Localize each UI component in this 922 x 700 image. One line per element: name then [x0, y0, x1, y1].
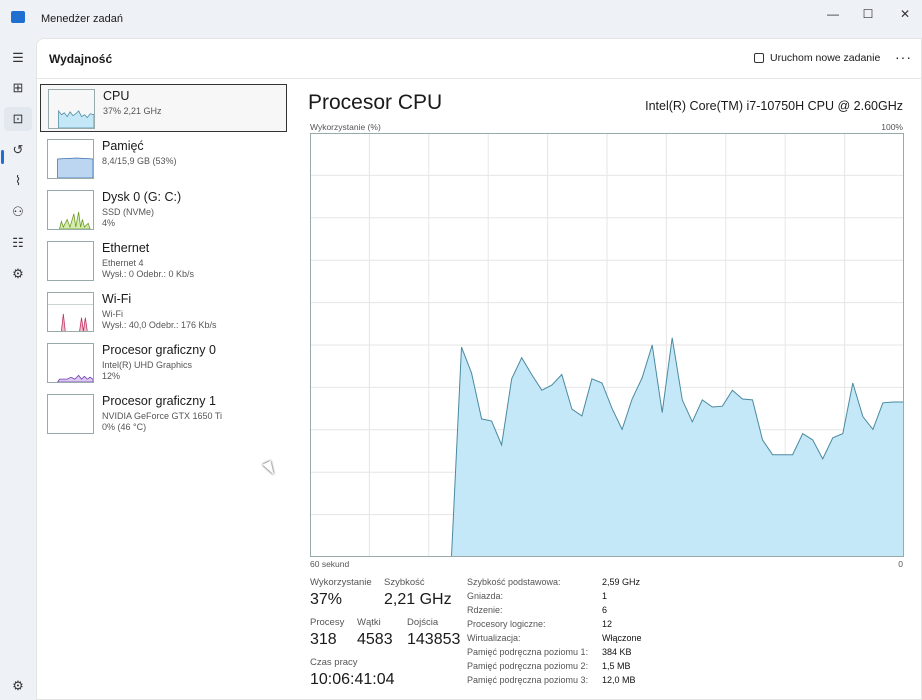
close-button[interactable]: ✕ [890, 4, 920, 24]
item-detail: 37% 2,21 GHz [103, 106, 162, 116]
spec-label: Rdzenie: [467, 605, 503, 615]
run-new-task-label: Uruchom nowe zadanie [770, 52, 881, 64]
spec-label: Pamięć podręczna poziomu 3: [467, 675, 589, 685]
y-axis-label: Wykorzystanie (%) [310, 122, 381, 132]
threads-label: Wątki [357, 617, 381, 628]
page-title: Wydajność [49, 52, 113, 66]
speed-label: Szybkość [384, 577, 425, 588]
performance-icon[interactable]: ⊡ [4, 107, 32, 131]
spec-value: 12 [602, 619, 613, 629]
list-item-cpu[interactable]: CPU 37% 2,21 GHz [40, 84, 287, 132]
item-detail: NVIDIA GeForce GTX 1650 Ti [102, 411, 223, 421]
item-detail: SSD (NVMe) [102, 207, 155, 217]
cpu-usage-chart [310, 133, 904, 557]
app-history-icon[interactable]: ↺ [4, 138, 32, 162]
utilization-value: 37% [310, 591, 343, 608]
new-task-icon [754, 53, 764, 63]
services-icon[interactable]: ⚙ [4, 262, 32, 286]
item-name: Pamięć [102, 139, 144, 153]
spec-value: 2,59 GHz [602, 577, 641, 587]
gpu1-thumbnail [47, 394, 94, 434]
threads-value: 4583 [357, 631, 393, 648]
processes-icon[interactable]: ⊞ [4, 76, 32, 100]
cpu-thumbnail [48, 89, 95, 129]
item-detail: 0% (46 °C) [102, 422, 147, 432]
page-header: Wydajność Uruchom nowe zadanie ··· [37, 39, 921, 79]
item-name: Wi-Fi [102, 292, 132, 306]
ethernet-thumbnail [47, 241, 94, 281]
item-detail: Wi-Fi [102, 309, 123, 319]
item-name: Procesor graficzny 1 [102, 394, 216, 408]
spec-label: Gniazda: [467, 591, 504, 601]
run-new-task-button[interactable]: Uruchom nowe zadanie [754, 52, 880, 64]
spec-value: 12,0 MB [602, 675, 636, 685]
speed-value: 2,21 GHz [384, 591, 452, 608]
handles-value: 143853 [407, 631, 461, 648]
window-title: Menedżer zadań [41, 13, 123, 25]
list-item-memory[interactable]: Pamięć 8,4/15,9 GB (53%) [40, 135, 287, 183]
handles-label: Dojścia [407, 617, 439, 628]
list-item-disk[interactable]: Dysk 0 (G: C:) SSD (NVMe) 4% [40, 186, 287, 234]
more-options-button[interactable]: ··· [895, 49, 912, 65]
nav-rail: ☰ ⊞ ⊡ ↺ ⌇ ⚇ ☷ ⚙ ⚙ [0, 38, 36, 700]
list-item-gpu1[interactable]: Procesor graficzny 1 NVIDIA GeForce GTX … [40, 390, 287, 438]
item-detail: Ethernet 4 [102, 258, 144, 268]
processes-label: Procesy [310, 617, 345, 628]
item-name: Procesor graficzny 0 [102, 343, 216, 357]
spec-label: Szybkość podstawowa: [467, 577, 561, 587]
y-max-label: 100% [881, 122, 903, 132]
settings-icon[interactable]: ⚙ [4, 674, 32, 698]
utilization-label: Wykorzystanie [310, 577, 372, 588]
item-name: CPU [103, 89, 130, 103]
spec-label: Pamięć podręczna poziomu 2: [467, 661, 589, 671]
item-detail: Intel(R) UHD Graphics [102, 360, 193, 370]
item-detail: 12% [102, 371, 121, 381]
wifi-thumbnail [47, 292, 94, 332]
spec-value: 384 KB [602, 647, 632, 657]
processes-value: 318 [310, 631, 337, 648]
item-detail: 4% [102, 218, 116, 228]
users-icon[interactable]: ⚇ [4, 200, 32, 224]
details-icon[interactable]: ☷ [4, 231, 32, 255]
detail-title: Procesor CPU [308, 91, 443, 114]
list-item-wifi[interactable]: Wi-Fi Wi-Fi Wysł.: 40,0 Odebr.: 176 Kb/s [40, 288, 287, 336]
startup-apps-icon[interactable]: ⌇ [4, 169, 32, 193]
spec-label: Procesory logiczne: [467, 619, 546, 629]
spec-value: 6 [602, 605, 608, 615]
x-axis-left-label: 60 sekund [310, 559, 350, 569]
title-bar: Menedżer zadań — ☐ ✕ [0, 0, 922, 38]
task-manager-icon [11, 11, 25, 23]
spec-value: 1 [602, 591, 608, 601]
uptime-value: 10:06:41:04 [310, 671, 395, 688]
menu-icon[interactable]: ☰ [4, 46, 32, 70]
item-name: Dysk 0 (G: C:) [102, 190, 182, 204]
disk-thumbnail [47, 190, 94, 230]
cpu-model: Intel(R) Core(TM) i7-10750H CPU @ 2.60GH… [645, 99, 903, 113]
maximize-button[interactable]: ☐ [853, 4, 883, 24]
spec-label: Wirtualizacja: [467, 633, 521, 643]
gpu0-thumbnail [47, 343, 94, 383]
item-detail: 8,4/15,9 GB (53%) [102, 156, 177, 166]
minimize-button[interactable]: — [818, 4, 848, 24]
list-item-ethernet[interactable]: Ethernet Ethernet 4 Wysł.: 0 Odebr.: 0 K… [40, 237, 287, 285]
memory-thumbnail [47, 139, 94, 179]
item-detail: Wysł.: 40,0 Odebr.: 176 Kb/s [102, 320, 217, 330]
spec-label: Pamięć podręczna poziomu 1: [467, 647, 589, 657]
uptime-label: Czas pracy [310, 657, 358, 668]
item-name: Ethernet [102, 241, 150, 255]
spec-value: Włączone [602, 633, 642, 643]
x-axis-right-label: 0 [898, 559, 903, 569]
main-panel: Wydajność Uruchom nowe zadanie ··· CPU 3… [36, 38, 922, 700]
spec-value: 1,5 MB [602, 661, 631, 671]
list-item-gpu0[interactable]: Procesor graficzny 0 Intel(R) UHD Graphi… [40, 339, 287, 387]
item-detail: Wysł.: 0 Odebr.: 0 Kb/s [102, 269, 194, 279]
